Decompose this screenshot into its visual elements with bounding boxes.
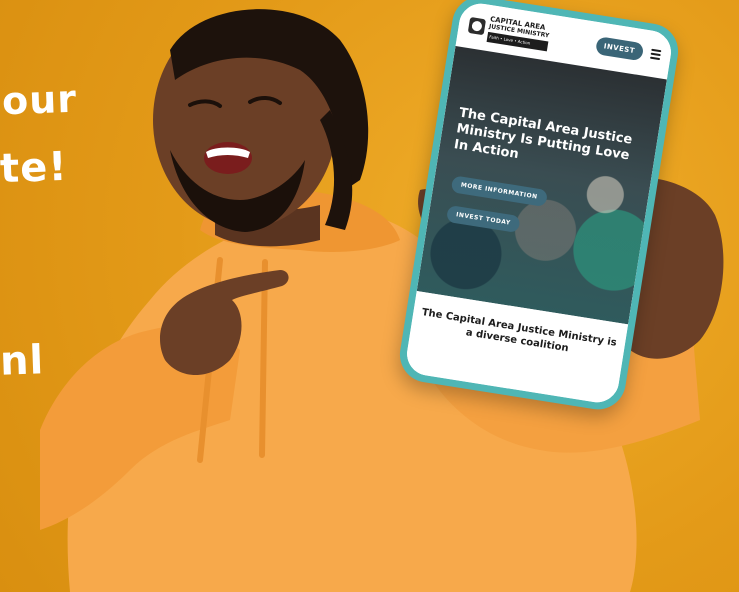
logo-icon bbox=[467, 16, 487, 36]
overlay-text-line-1: our bbox=[1, 76, 78, 124]
hamburger-menu-icon[interactable] bbox=[649, 48, 662, 61]
overlay-text-line-2: te! bbox=[0, 143, 69, 193]
mouth bbox=[204, 142, 252, 174]
logo-text: CAPITAL AREA JUSTICE MINISTRY Faith • Lo… bbox=[486, 15, 551, 51]
overlay-text-line-3: nl bbox=[0, 337, 45, 385]
hero-section: The Capital Area Justice Ministry Is Put… bbox=[416, 46, 667, 325]
promo-image: our te! nl CAPITAL AREA JUSTICE MINISTRY… bbox=[0, 0, 739, 592]
invest-button[interactable]: INVEST bbox=[594, 36, 645, 62]
site-logo[interactable]: CAPITAL AREA JUSTICE MINISTRY Faith • Lo… bbox=[467, 12, 551, 51]
